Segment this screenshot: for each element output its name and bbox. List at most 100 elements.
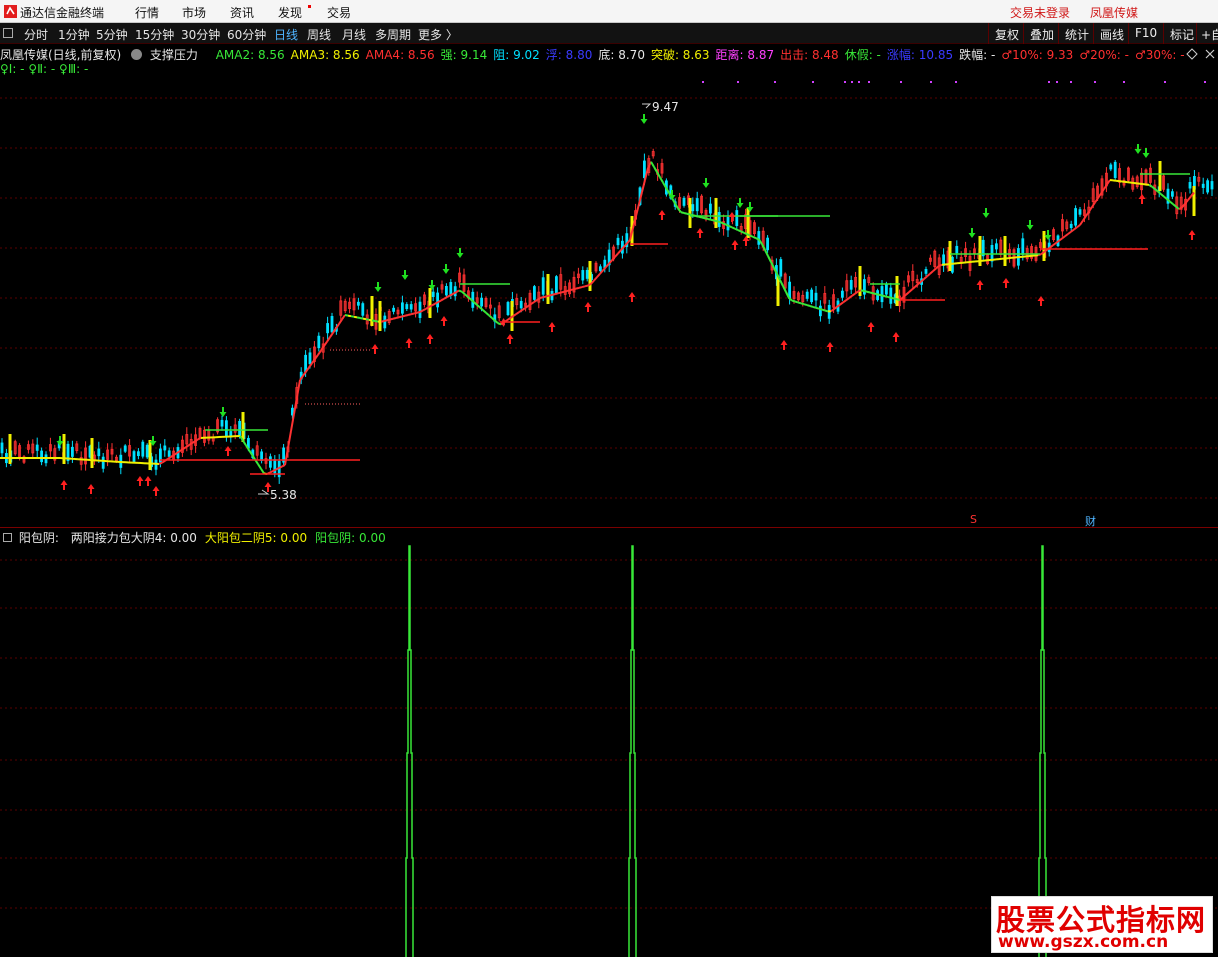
- ama-line: [929, 270, 934, 275]
- ama-line: [905, 291, 910, 296]
- ama-line: [542, 295, 547, 299]
- kline-chart-canvas[interactable]: [0, 44, 1218, 528]
- sub-indicator-panel[interactable]: 阳包阴: 两阳接力包大阴4: 0.00 大阳包二阴5: 0.00 阳包阴: 0.00: [0, 528, 1218, 957]
- ama-line: [710, 218, 715, 222]
- ama-line: [380, 320, 385, 323]
- diamond-icon[interactable]: [1185, 48, 1199, 60]
- indicator-switch-icon[interactable]: [131, 49, 143, 60]
- ama-line: [1148, 184, 1153, 188]
- ama-line: [746, 233, 751, 237]
- ama-line: [707, 218, 712, 221]
- event-dot: [1048, 81, 1050, 83]
- period-daily[interactable]: 日线: [274, 26, 298, 43]
- signal-candle: [428, 288, 432, 318]
- menu-jiaoyi[interactable]: 交易: [327, 4, 351, 21]
- panel-toggle-icon[interactable]: [3, 28, 13, 38]
- candle-body: [1113, 161, 1117, 179]
- candle-body: [555, 276, 558, 294]
- candle-body: [717, 212, 721, 227]
- ama-line: [752, 235, 757, 240]
- menu-faxian[interactable]: 发现: [278, 4, 302, 21]
- biaoji-button[interactable]: 标记: [1163, 23, 1200, 44]
- buy-arrow-icon: [1138, 194, 1146, 204]
- ama-line: [1187, 195, 1192, 201]
- ama-line: [260, 468, 265, 474]
- ama-line: [422, 307, 427, 312]
- period-1min[interactable]: 1分钟: [58, 26, 90, 43]
- candle-body: [880, 286, 884, 303]
- candle-body: [224, 420, 228, 438]
- candle-body: [585, 269, 589, 279]
- ama-line: [1064, 233, 1069, 238]
- tongji-button[interactable]: 统计: [1058, 23, 1095, 44]
- huaxian-button[interactable]: 画线: [1093, 23, 1130, 44]
- candle-body: [889, 287, 893, 304]
- sub-indicator-name[interactable]: 阳包阴:: [19, 531, 59, 545]
- candle-body: [0, 442, 4, 454]
- buy-arrow-icon: [696, 228, 704, 238]
- candle-body: [167, 450, 171, 457]
- ama-line: [872, 292, 877, 295]
- ama-line: [443, 296, 448, 300]
- close-panel-icon[interactable]: [1204, 48, 1216, 60]
- user-name-link[interactable]: 凤凰传媒: [1090, 4, 1138, 21]
- ama-line: [584, 284, 589, 288]
- venus-line-legend: ♀Ⅰ: - ♀Ⅱ: - ♀Ⅲ: -: [0, 62, 89, 76]
- ama-line: [878, 293, 883, 297]
- legend-field: ♂30%: -: [1134, 48, 1185, 62]
- buy-arrow-icon: [405, 338, 413, 348]
- sell-arrow-icon: [401, 270, 409, 280]
- ama-line: [794, 300, 799, 304]
- ama-line: [824, 309, 829, 313]
- event-dot: [702, 81, 704, 83]
- ama-line: [329, 332, 334, 338]
- ama-line: [614, 252, 619, 258]
- candle-body: [40, 450, 43, 463]
- sub-indicator-canvas[interactable]: [0, 528, 1218, 957]
- event-marker-s[interactable]: S: [970, 513, 977, 526]
- ama-line: [323, 341, 328, 347]
- ama-line: [362, 317, 367, 321]
- zixuan-add-button[interactable]: +自: [1196, 23, 1218, 44]
- candle-body: [766, 237, 769, 251]
- watermark-url: www.gszx.com.cn: [998, 932, 1169, 952]
- f10-button[interactable]: F10: [1128, 23, 1163, 44]
- candle-body: [163, 445, 167, 451]
- fuquan-button[interactable]: 复权: [988, 23, 1025, 44]
- candle-body: [533, 286, 536, 300]
- period-monthly[interactable]: 月线: [342, 26, 366, 43]
- diejia-button[interactable]: 叠加: [1023, 23, 1060, 44]
- main-kline-panel[interactable]: 凤凰传媒(日线,前复权) 支撑压力 AMA2: 8.56 AMA3: 8.56 AM…: [0, 44, 1218, 528]
- ama-line: [485, 311, 490, 317]
- period-multi[interactable]: 多周期: [375, 26, 411, 43]
- candle-body: [814, 292, 818, 301]
- ama-line: [560, 290, 565, 294]
- period-more[interactable]: 更多 〉: [418, 26, 458, 43]
- sell-arrow-icon: [442, 264, 450, 274]
- ama-line: [497, 322, 502, 326]
- candle-body: [361, 303, 365, 316]
- period-fenshi[interactable]: 分时: [24, 26, 48, 43]
- indicator-name[interactable]: 支撑压力: [150, 48, 198, 62]
- ama-line: [392, 317, 397, 320]
- legend-field: 突破: 8.63: [650, 48, 710, 62]
- period-weekly[interactable]: 周线: [307, 26, 331, 43]
- menu-shichang[interactable]: 市场: [182, 4, 206, 21]
- trade-login-status[interactable]: 交易未登录: [1010, 4, 1070, 21]
- sub-panel-toggle-icon[interactable]: [3, 533, 12, 542]
- event-dot: [858, 81, 860, 83]
- menu-zixun[interactable]: 资讯: [230, 4, 254, 21]
- period-60min[interactable]: 60分钟: [227, 26, 266, 43]
- buy-arrow-icon: [867, 322, 875, 332]
- buy-arrow-icon: [548, 322, 556, 332]
- menu-hangqing[interactable]: 行情: [135, 4, 159, 21]
- ama-line: [887, 296, 892, 299]
- period-5min[interactable]: 5分钟: [96, 26, 128, 43]
- ama-line: [1073, 226, 1078, 231]
- period-30min[interactable]: 30分钟: [181, 26, 220, 43]
- high-price-label: 9.47: [652, 100, 679, 114]
- ama-line: [881, 294, 886, 298]
- legend-field: 底: 8.70: [598, 48, 645, 62]
- candle-body: [418, 301, 422, 318]
- period-15min[interactable]: 15分钟: [135, 26, 174, 43]
